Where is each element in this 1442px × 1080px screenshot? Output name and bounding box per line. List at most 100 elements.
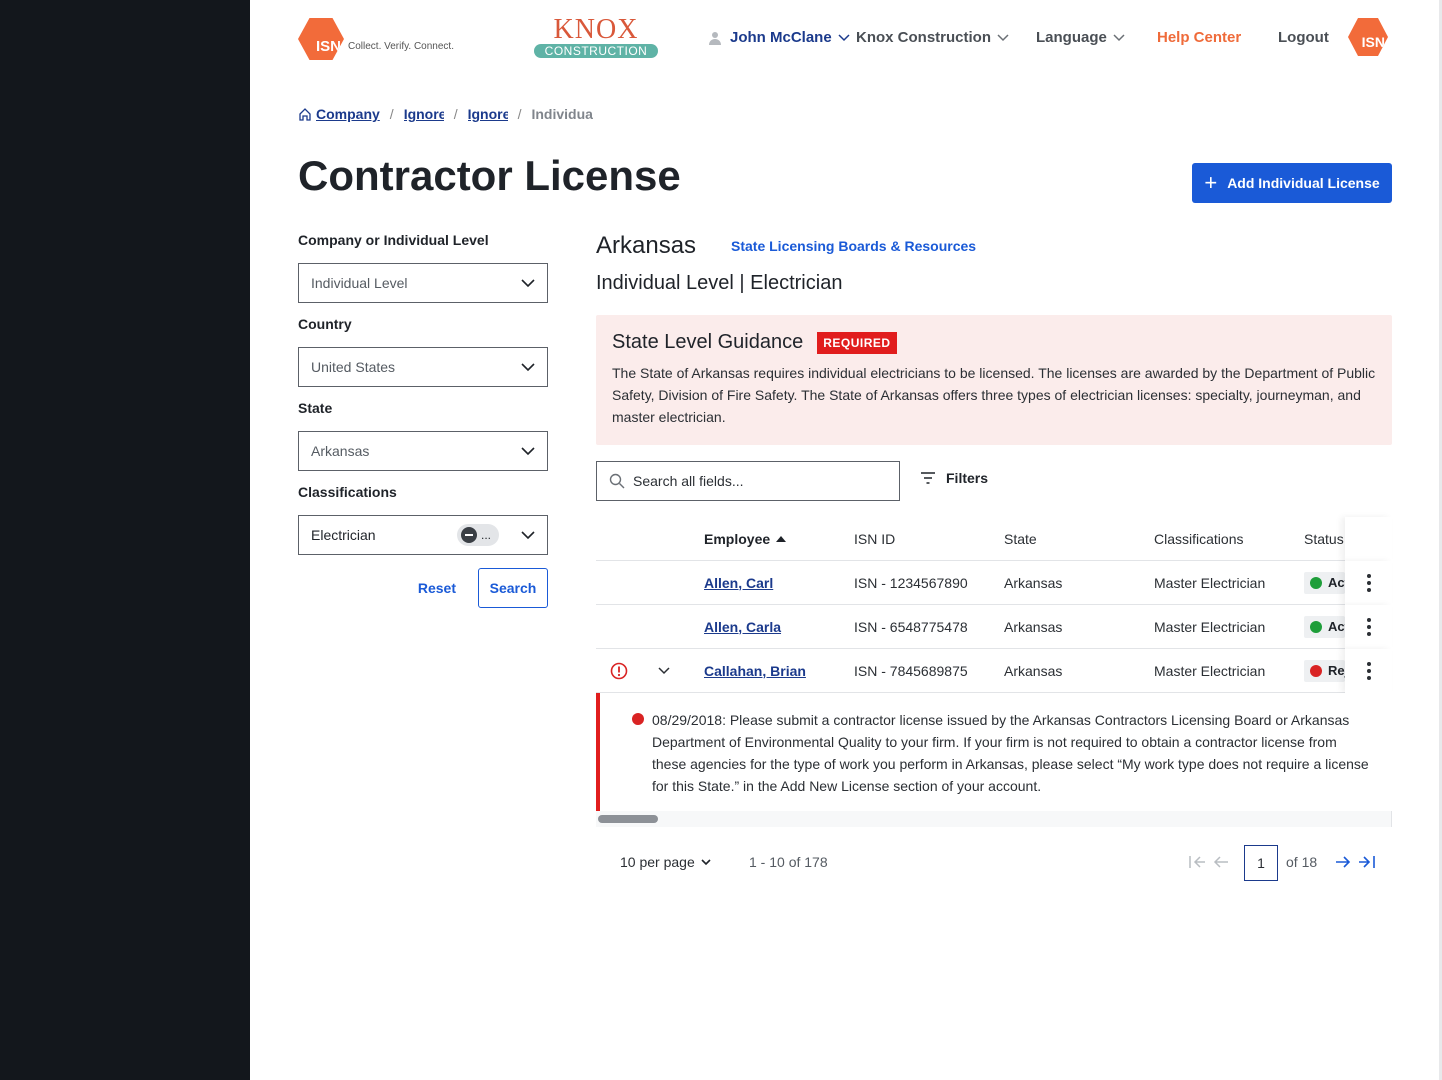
error-circle-icon <box>632 713 644 725</box>
help-center-link[interactable]: Help Center <box>1157 29 1241 46</box>
language-label: Language <box>1036 29 1107 46</box>
plus-icon: + <box>1204 170 1218 195</box>
breadcrumb-separator: / <box>517 106 522 122</box>
breadcrumb-company[interactable]: Company <box>316 106 380 122</box>
status-text: Active <box>1328 575 1345 590</box>
classifications-value: Electrician <box>311 527 376 543</box>
required-badge: REQUIRED <box>817 331 897 354</box>
add-button-label: Add Individual License <box>1227 175 1380 191</box>
last-page-icon[interactable] <box>1358 854 1376 870</box>
kebab-menu-icon <box>1366 661 1371 680</box>
search-input[interactable]: Search all fields... <box>596 461 900 501</box>
breadcrumb-ignore-2[interactable]: Ignore <box>468 106 508 122</box>
status-badge: Rejected <box>1304 659 1345 682</box>
country-select[interactable]: United States <box>298 347 548 387</box>
guidance-title: State Level Guidance <box>612 331 804 353</box>
kebab-menu-icon <box>1366 573 1371 592</box>
isn-logo[interactable]: ISN Collect. Verify. Connect. <box>298 18 454 60</box>
search-button[interactable]: Search <box>478 568 548 608</box>
employee-link[interactable]: Allen, Carl <box>704 575 773 591</box>
chevron-down-icon <box>521 278 535 287</box>
breadcrumb: Company / Ignore / Ignore / Individual <box>298 106 593 122</box>
chevron-down-icon <box>521 530 535 539</box>
search-icon <box>609 473 625 489</box>
per-page-select[interactable]: 10 per page <box>620 854 711 870</box>
company-menu[interactable]: Knox Construction <box>856 29 1009 46</box>
expanded-row-details: 08/29/2018: Please submit a contractor l… <box>596 693 1392 811</box>
column-header-state[interactable]: State <box>1004 531 1037 547</box>
language-menu[interactable]: Language <box>1036 29 1125 46</box>
filters-button[interactable]: Filters <box>920 470 988 486</box>
page-number-input[interactable]: 1 <box>1244 845 1278 881</box>
total-pages: of 18 <box>1286 854 1318 870</box>
status-cell: Active <box>1304 615 1345 638</box>
row-actions-button[interactable] <box>1345 560 1392 605</box>
header-sticky-cell <box>1345 516 1392 561</box>
horizontal-scrollbar[interactable] <box>596 811 1392 827</box>
first-page-icon[interactable] <box>1188 854 1206 870</box>
add-individual-license-button[interactable]: + Add Individual License <box>1192 163 1392 203</box>
column-header-isn-id[interactable]: ISN ID <box>854 531 895 547</box>
country-value: United States <box>311 359 396 375</box>
isn-tagline: Collect. Verify. Connect. <box>348 40 454 52</box>
row-actions-button[interactable] <box>1345 604 1392 649</box>
error-alert-icon <box>610 662 628 679</box>
breadcrumb-separator: / <box>453 106 458 122</box>
filter-icon <box>921 472 935 484</box>
state-cell: Arkansas <box>1004 618 1063 635</box>
breadcrumb-ignore-1[interactable]: Ignore <box>404 106 444 122</box>
state-title: Arkansas <box>596 232 697 259</box>
chevron-down-icon <box>997 33 1009 41</box>
column-header-classifications[interactable]: Classifications <box>1154 531 1243 547</box>
level-classification-subtitle: Individual Level | Electrician <box>596 272 843 294</box>
classifications-select[interactable]: Electrician ... <box>298 515 548 555</box>
state-cell: Arkansas <box>1004 574 1063 591</box>
check-circle-icon <box>1310 620 1322 633</box>
chevron-down-icon[interactable] <box>658 666 670 675</box>
status-cell: Active <box>1304 571 1345 594</box>
state-guidance-box: State Level Guidance REQUIRED The State … <box>596 315 1392 445</box>
next-page-icon[interactable] <box>1334 854 1352 870</box>
per-page-value: 10 per page <box>620 854 695 870</box>
state-select[interactable]: Arkansas <box>298 431 548 471</box>
user-name: John McClane <box>730 29 832 46</box>
user-menu[interactable]: John McClane <box>708 29 850 46</box>
scrollbar-thumb[interactable] <box>598 815 658 823</box>
status-badge: Active <box>1304 615 1345 638</box>
main-content: ISN Collect. Verify. Connect. KNOX CONST… <box>250 0 1439 1080</box>
isn-hex-logo-right: ISN <box>1348 18 1388 56</box>
employee-table: Employee ISN ID State Classifications St… <box>596 516 1392 827</box>
isn-id-cell: ISN - 1234567890 <box>854 574 968 591</box>
remove-icon <box>460 527 477 543</box>
classification-cell: Master Electrician <box>1154 574 1266 591</box>
chevron-down-icon <box>1113 33 1125 41</box>
chevron-down-icon <box>521 446 535 455</box>
reset-button[interactable]: Reset <box>418 580 456 596</box>
home-icon <box>299 108 311 121</box>
status-badge: Active <box>1304 571 1345 594</box>
state-licensing-boards-link[interactable]: State Licensing Boards & Resources <box>731 238 976 254</box>
status-cell: Rejected <box>1304 659 1345 682</box>
classification-cell: Master Electrician <box>1154 662 1266 679</box>
previous-page-icon[interactable] <box>1212 854 1230 870</box>
level-label: Company or Individual Level <box>298 232 489 248</box>
search-placeholder: Search all fields... <box>633 473 744 489</box>
sort-ascending-icon <box>776 535 787 542</box>
employee-link[interactable]: Allen, Carla <box>704 619 781 635</box>
left-dark-sidebar <box>0 0 250 1080</box>
logout-link[interactable]: Logout <box>1278 29 1329 46</box>
column-header-employee-label: Employee <box>704 530 771 547</box>
column-header-employee[interactable]: Employee <box>704 530 787 547</box>
status-text: Active <box>1328 619 1345 634</box>
classification-cell: Master Electrician <box>1154 618 1266 635</box>
level-select[interactable]: Individual Level <box>298 263 548 303</box>
chevron-down-icon <box>701 858 711 865</box>
chip-more: ... <box>480 528 491 542</box>
row-actions-button[interactable] <box>1345 648 1392 693</box>
results-range: 1 - 10 of 178 <box>749 854 828 870</box>
column-header-status[interactable]: Status <box>1304 531 1345 547</box>
classification-chip[interactable]: ... <box>456 524 499 546</box>
filter-panel: Company or Individual Level Individual L… <box>298 232 548 608</box>
employee-link[interactable]: Callahan, Brian <box>704 663 806 679</box>
knox-logo-name: KNOX <box>553 14 639 45</box>
